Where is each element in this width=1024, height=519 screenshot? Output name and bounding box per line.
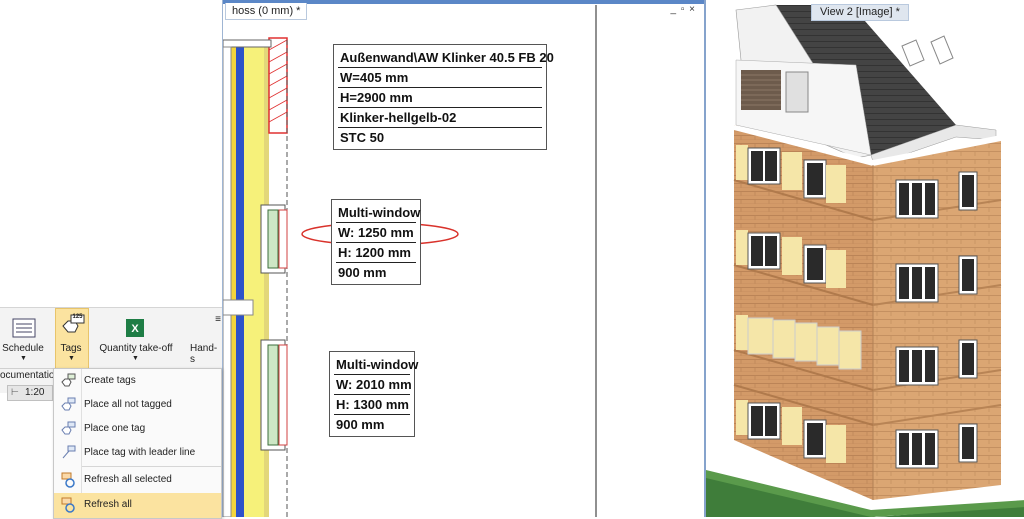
svg-text:X: X: [131, 323, 139, 335]
menu-item-place-tag-with-leader-line[interactable]: Place tag with leader line: [54, 441, 221, 465]
window-tag-1[interactable]: Multi-window W: 1250 mm H: 1200 mm 900 m…: [331, 199, 421, 285]
schedule-dropdown-icon[interactable]: ▼: [20, 355, 27, 362]
documentation-group-label: ocumentation: [0, 370, 61, 381]
wall-layer-blue: [236, 46, 244, 517]
schedule-icon: [12, 318, 36, 338]
excel-icon: X: [126, 319, 144, 337]
building-3d-render: [706, 4, 1024, 517]
window-tag-1-width: W: 1250 mm: [336, 223, 416, 243]
tags-dropdown-menu: Create tags Place all not tagged Place o…: [53, 368, 222, 519]
more-icon[interactable]: ≡: [214, 314, 222, 325]
wall-tag-type: Außenwand\AW Klinker 40.5 FB 20: [338, 48, 554, 68]
plan-view-tab[interactable]: hoss (0 mm) *: [225, 3, 308, 20]
schedule-button[interactable]: Schedule: [0, 343, 46, 354]
wall-tag[interactable]: Außenwand\AW Klinker 40.5 FB 20 W=405 mm…: [333, 44, 554, 150]
menu-item-label: Refresh all: [84, 499, 132, 510]
place-all-icon: [61, 397, 76, 411]
window-tag-1-height: H: 1200 mm: [336, 243, 416, 263]
wall-tag-height: H=2900 mm: [338, 88, 542, 108]
window-tag-2[interactable]: Multi-window W: 2010 mm H: 1300 mm 900 m…: [329, 351, 418, 437]
refresh-selected-icon: [61, 472, 75, 488]
menu-item-label: Create tags: [84, 375, 136, 386]
menu-item-label: Place one tag: [84, 423, 146, 434]
window-tag-2-sill: 900 mm: [336, 417, 385, 432]
window-tag-2-width: W: 2010 mm: [334, 375, 412, 395]
plan-window-controls[interactable]: _ ▫ ×: [670, 4, 696, 15]
plan-view-panel[interactable]: _ ▫ × Außenwand\AW Klinker 40.5 FB 20 W=…: [222, 0, 704, 517]
menu-item-label: Place all not tagged: [84, 399, 172, 410]
scale-field[interactable]: ⊢ 1:20: [7, 385, 53, 401]
wall-tag-width: W=405 mm: [338, 68, 542, 88]
tag-icon-text: 125: [72, 314, 83, 320]
tags-dropdown-icon[interactable]: ▼: [68, 355, 75, 362]
menu-item-place-one-tag[interactable]: Place one tag: [54, 417, 221, 441]
leader-line-tag-icon: [62, 445, 76, 459]
window-tag-1-sill: 900 mm: [338, 265, 387, 280]
wall-layer-yellow: [231, 46, 236, 517]
menu-item-place-all-not-tagged[interactable]: Place all not tagged: [54, 393, 221, 417]
place-one-tag-icon: [61, 421, 76, 435]
quantity-dropdown-icon[interactable]: ▼: [132, 355, 139, 362]
wall-tag-material: Klinker-hellgelb-02: [338, 108, 542, 128]
menu-separator: [82, 466, 221, 467]
menu-item-refresh-all[interactable]: Refresh all: [54, 493, 221, 518]
quantity-takeoff-button[interactable]: Quantity take-off: [95, 343, 177, 354]
menu-item-label: Place tag with leader line: [84, 447, 196, 458]
view2-tab[interactable]: View 2 [Image] *: [811, 4, 909, 21]
menu-item-label: Refresh all selected: [84, 474, 172, 485]
window-tag-2-name: Multi-window: [334, 355, 418, 375]
window-tag-2-height: H: 1300 mm: [334, 395, 410, 415]
ribbon-divider: [0, 368, 54, 369]
hatched-element: [268, 37, 288, 134]
menu-item-create-tags[interactable]: Create tags: [54, 369, 221, 393]
wall-tag-stc: STC 50: [340, 130, 385, 145]
window-tag-1-name: Multi-window: [336, 203, 420, 223]
refresh-all-icon: [61, 497, 75, 513]
scale-value: 1:20: [25, 387, 45, 398]
create-tags-icon: [61, 373, 76, 387]
scale-icon: ⊢: [11, 387, 19, 397]
view2-panel[interactable]: View 2 [Image] *: [704, 0, 1024, 517]
menu-item-refresh-all-selected[interactable]: Refresh all selected: [54, 468, 221, 492]
tags-label: Tags: [60, 343, 82, 354]
hand-sketch-button[interactable]: Hand-s: [190, 343, 222, 365]
